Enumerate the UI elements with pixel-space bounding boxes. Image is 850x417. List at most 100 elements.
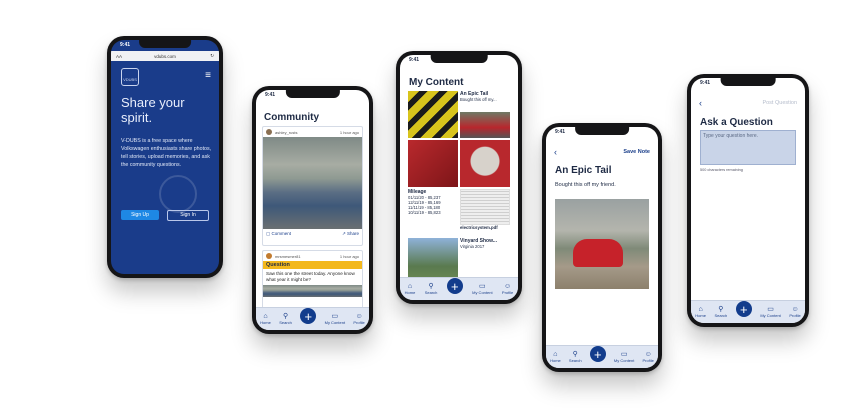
characters-remaining: 500 characters remaining [700, 168, 743, 172]
sign-up-button[interactable]: Sign Up [121, 210, 159, 220]
post-card[interactable]: mrsmesmer81 1 hour ago Question Saw this… [262, 250, 363, 310]
tab-my-content[interactable]: ▭ My Content [325, 313, 345, 325]
ask-question-screen: 9:41 ‹ Post Question Ask a Question Type… [691, 78, 805, 323]
profile-icon: ☺ [504, 283, 512, 290]
page-title: My Content [409, 77, 464, 88]
tab-my-content[interactable]: ▭ My Content [614, 351, 634, 363]
landing-headline: Share your spirit. [121, 95, 185, 125]
comment-button[interactable]: ▢ Comment [266, 231, 291, 237]
content-tile-photo[interactable] [408, 140, 458, 187]
content-tile-note[interactable]: An Epic Tail Bought this off my... [460, 91, 510, 138]
profile-icon: ☺ [644, 351, 652, 358]
tab-home[interactable]: ⌂ Home [260, 313, 271, 325]
status-time: 9:41 [120, 42, 131, 48]
phone-community: 9:41 Community ashley_rusts 1 hour ago ▢… [252, 86, 373, 334]
tab-home[interactable]: ⌂ Home [550, 351, 561, 363]
add-button[interactable]: + [446, 278, 463, 294]
content-tile-mileage[interactable]: Mileage 01/11/20 - 85,237 12/11/19 - 85,… [408, 189, 458, 236]
post-question-button[interactable]: Post Question [762, 100, 797, 106]
tab-my-content[interactable]: ▭ My Content [760, 306, 780, 318]
post-card[interactable]: ashley_rusts 1 hour ago ▢ Comment ↗ Shar… [262, 126, 363, 246]
phone-landing: 9:41 AA vdubs.com ↻ VDUBS ≡ Share your s… [107, 36, 223, 278]
sign-in-button[interactable]: Sign In [167, 210, 209, 221]
note-detail-screen: 9:41 ‹ Save Note An Epic Tail Bought thi… [546, 127, 658, 368]
home-icon: ⌂ [553, 351, 558, 358]
tab-my-content[interactable]: ▭ My Content [472, 283, 492, 295]
tab-search[interactable]: ⚲ Search [569, 351, 582, 363]
tile-photo [460, 112, 510, 138]
question-tag: Question [263, 261, 362, 269]
folder-icon: ▭ [331, 313, 339, 320]
post-username[interactable]: mrsmesmer81 [275, 254, 301, 259]
landing-screen: 9:41 AA vdubs.com ↻ VDUBS ≡ Share your s… [111, 40, 219, 274]
hamburger-menu-icon[interactable]: ≡ [205, 70, 211, 81]
tab-profile[interactable]: ☺ Profile [789, 306, 800, 318]
status-time: 9:41 [265, 92, 276, 98]
tile-heading: electricsystem.pdf [460, 225, 498, 230]
tab-profile[interactable]: ☺ Profile [643, 351, 654, 363]
status-time: 9:41 [700, 80, 711, 86]
tab-bar: ⌂ Home ⚲ Search + ▭ My Content ☺ Profile [546, 345, 658, 368]
notch [139, 40, 191, 48]
avatar[interactable] [266, 253, 272, 259]
status-time: 9:41 [409, 57, 420, 63]
back-chevron-icon[interactable]: ‹ [554, 147, 557, 157]
content-tile-photo[interactable] [408, 91, 458, 138]
note-title[interactable]: An Epic Tail [555, 165, 612, 176]
phone-note-detail: 9:41 ‹ Save Note An Epic Tail Bought thi… [542, 123, 662, 372]
notch [285, 90, 340, 98]
folder-icon: ▭ [767, 306, 774, 313]
search-icon: ⚲ [428, 283, 434, 290]
reader-mode-button[interactable]: AA [116, 54, 122, 59]
save-note-button[interactable]: Save Note [623, 149, 650, 155]
content-tile-photo[interactable] [460, 140, 510, 187]
notch [430, 55, 488, 63]
post-username[interactable]: ashley_rusts [275, 130, 297, 135]
add-button[interactable]: + [300, 308, 317, 324]
add-button[interactable]: + [589, 346, 606, 362]
folder-icon: ▭ [620, 351, 628, 358]
post-photo[interactable] [263, 285, 362, 297]
notch [720, 78, 776, 86]
page-title: Ask a Question [700, 117, 773, 128]
tab-search[interactable]: ⚲ Search [715, 306, 728, 318]
tab-search[interactable]: ⚲ Search [425, 283, 438, 295]
note-photo[interactable] [555, 199, 649, 289]
folder-icon: ▭ [479, 283, 486, 290]
content-grid: An Epic Tail Bought this off my... Milea… [408, 91, 510, 285]
mileage-entry: 10/11/19 - 85,823 [408, 210, 441, 215]
tab-home[interactable]: ⌂ Home [695, 306, 706, 318]
post-photo[interactable] [263, 137, 362, 229]
vdubs-logo: VDUBS [121, 68, 139, 86]
page-title: Community [264, 112, 319, 123]
notch [575, 127, 629, 135]
note-body[interactable]: Bought this off my friend. [555, 182, 616, 188]
tab-bar: ⌂ Home ⚲ Search + ▭ My Content ☺ Profile [691, 300, 805, 323]
phone-ask-question: 9:41 ‹ Post Question Ask a Question Type… [687, 74, 809, 327]
post-text: Saw this one the street today. Anyone kn… [266, 271, 355, 282]
tab-profile[interactable]: ☺ Profile [353, 313, 364, 325]
phone-my-content: 9:41 My Content An Epic Tail Bought this… [396, 51, 522, 304]
question-textarea[interactable]: Type your question here. [700, 130, 796, 165]
home-icon: ⌂ [263, 313, 268, 320]
reload-icon[interactable]: ↻ [210, 53, 214, 59]
profile-icon: ☺ [791, 306, 799, 313]
profile-icon: ☺ [355, 313, 363, 320]
tab-bar: ⌂ Home ⚲ Search + ▭ My Content ☺ Profile [256, 307, 369, 330]
content-tile-file[interactable]: electricsystem.pdf [460, 189, 510, 236]
browser-url-bar[interactable]: AA vdubs.com ↻ [111, 51, 219, 61]
car-image [573, 239, 623, 267]
add-button[interactable]: + [735, 301, 752, 317]
landing-description: V-DUBS is a free space where Volkswagen … [121, 138, 212, 168]
post-time: 1 hour ago [339, 129, 359, 135]
share-button[interactable]: ↗ Share [342, 231, 359, 237]
tab-search[interactable]: ⚲ Search [279, 313, 292, 325]
search-icon: ⚲ [282, 313, 289, 320]
tab-home[interactable]: ⌂ Home [405, 283, 416, 295]
avatar[interactable] [266, 129, 272, 135]
search-icon: ⚲ [718, 306, 724, 313]
tile-subtitle: Virginia 2017 [460, 244, 485, 249]
back-chevron-icon[interactable]: ‹ [699, 98, 702, 108]
tab-profile[interactable]: ☺ Profile [502, 283, 513, 295]
post-time: 1 hour ago [339, 253, 359, 259]
